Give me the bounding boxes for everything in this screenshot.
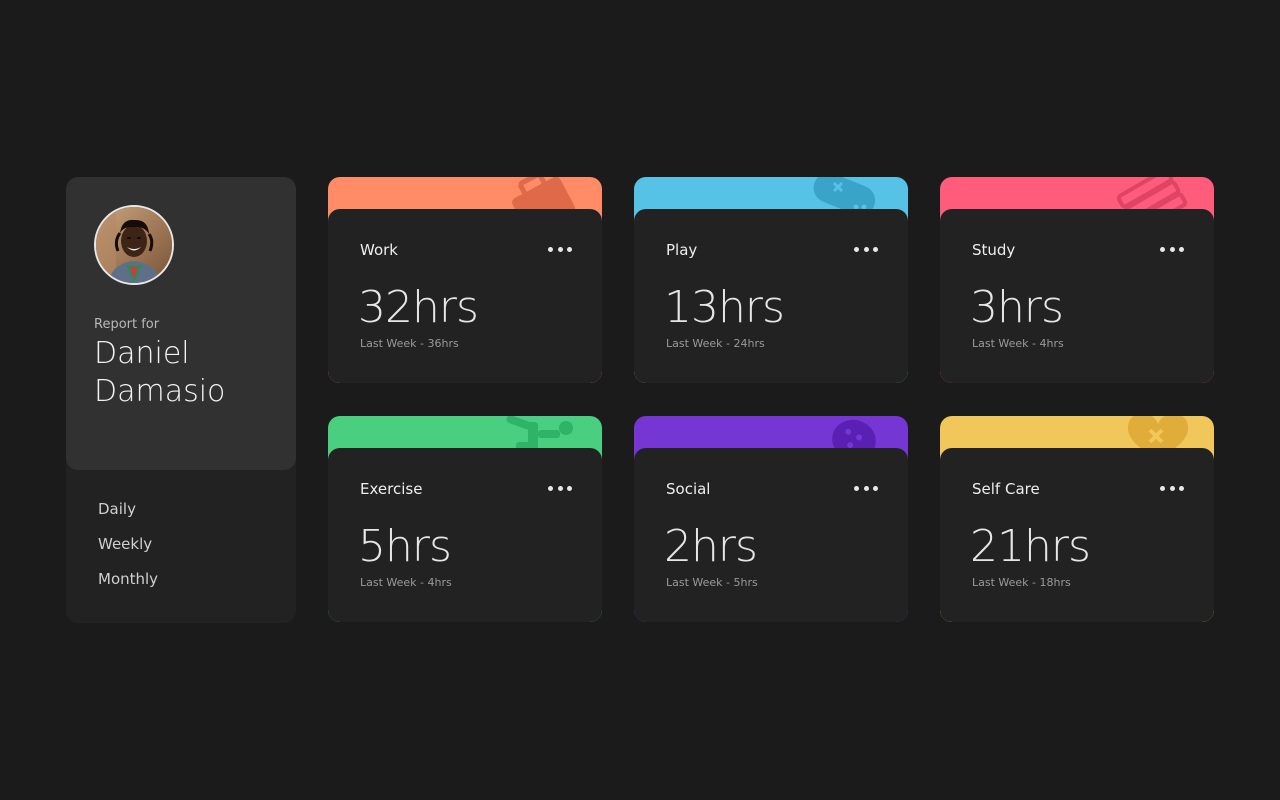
time-tracking-dashboard: Report for Daniel Damasio Daily Weekly M… xyxy=(66,177,1214,623)
card-self-care: Self Care 21hrs Last Week - 18hrs xyxy=(940,416,1214,622)
card-play: Play 13hrs Last Week - 24hrs xyxy=(634,177,908,383)
ellipsis-icon[interactable] xyxy=(854,484,878,492)
ellipsis-icon[interactable] xyxy=(548,484,572,492)
current-hours: 32hrs xyxy=(358,282,479,333)
profile-header: Report for Daniel Damasio xyxy=(66,177,296,470)
card-body: Self Care 21hrs Last Week - 18hrs xyxy=(940,448,1214,622)
card-title: Exercise xyxy=(360,480,423,498)
ellipsis-icon[interactable] xyxy=(1160,245,1184,253)
period-weekly[interactable]: Weekly xyxy=(98,534,158,569)
card-work: Work 32hrs Last Week - 36hrs xyxy=(328,177,602,383)
report-for-label: Report for xyxy=(94,317,160,332)
current-hours: 21hrs xyxy=(970,521,1091,572)
ellipsis-icon[interactable] xyxy=(1160,484,1184,492)
card-title: Play xyxy=(666,241,698,259)
previous-hours: Last Week - 4hrs xyxy=(360,576,452,589)
card-study: Study 3hrs Last Week - 4hrs xyxy=(940,177,1214,383)
avatar xyxy=(94,205,174,285)
period-selector: Daily Weekly Monthly xyxy=(98,499,158,604)
previous-hours: Last Week - 18hrs xyxy=(972,576,1071,589)
profile-card: Report for Daniel Damasio Daily Weekly M… xyxy=(66,177,296,623)
card-exercise: Exercise 5hrs Last Week - 4hrs xyxy=(328,416,602,622)
previous-hours: Last Week - 5hrs xyxy=(666,576,758,589)
current-hours: 5hrs xyxy=(358,521,452,572)
user-name: Daniel Damasio xyxy=(94,336,226,409)
previous-hours: Last Week - 36hrs xyxy=(360,337,459,350)
card-title: Study xyxy=(972,241,1016,259)
current-hours: 2hrs xyxy=(664,521,758,572)
card-body: Study 3hrs Last Week - 4hrs xyxy=(940,209,1214,383)
card-title: Self Care xyxy=(972,480,1040,498)
card-title: Work xyxy=(360,241,398,259)
previous-hours: Last Week - 24hrs xyxy=(666,337,765,350)
card-social: Social 2hrs Last Week - 5hrs xyxy=(634,416,908,622)
card-body: Work 32hrs Last Week - 36hrs xyxy=(328,209,602,383)
card-body: Social 2hrs Last Week - 5hrs xyxy=(634,448,908,622)
card-title: Social xyxy=(666,480,711,498)
ellipsis-icon[interactable] xyxy=(854,245,878,253)
period-daily[interactable]: Daily xyxy=(98,499,158,534)
ellipsis-icon[interactable] xyxy=(548,245,572,253)
card-body: Play 13hrs Last Week - 24hrs xyxy=(634,209,908,383)
previous-hours: Last Week - 4hrs xyxy=(972,337,1064,350)
current-hours: 3hrs xyxy=(970,282,1064,333)
card-body: Exercise 5hrs Last Week - 4hrs xyxy=(328,448,602,622)
period-monthly[interactable]: Monthly xyxy=(98,569,158,604)
current-hours: 13hrs xyxy=(664,282,785,333)
